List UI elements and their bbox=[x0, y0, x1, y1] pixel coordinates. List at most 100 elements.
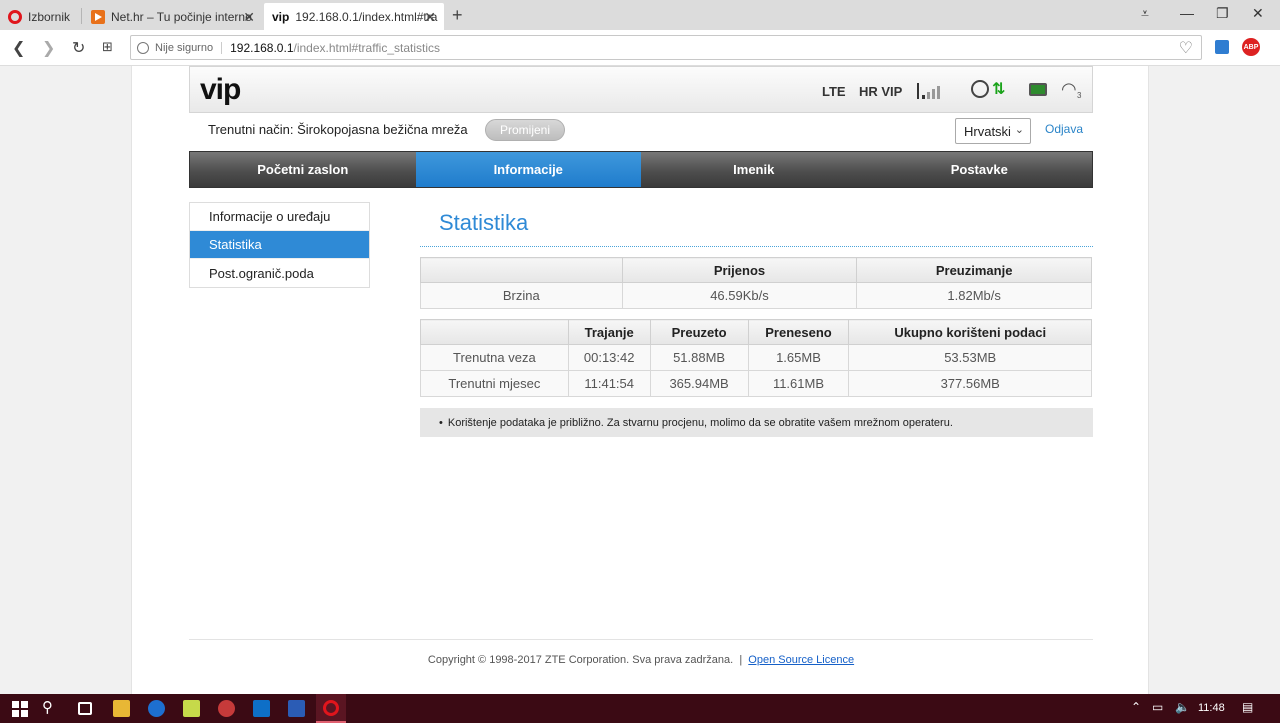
table-cell: Trenutni mjesec bbox=[420, 370, 569, 397]
tab-menu-icon[interactable]: ⩡ bbox=[1141, 5, 1149, 22]
content-area: Statistika Prijenos Preuzimanje Brzina 4… bbox=[420, 202, 1093, 437]
opera-icon bbox=[323, 700, 339, 716]
table-row: Trenutna veza 00:13:42 51.88MB 1.65MB 53… bbox=[420, 344, 1092, 371]
usage-table: Trajanje Preuzeto Preneseno Ukupno koriš… bbox=[420, 319, 1092, 397]
search-icon[interactable]: ⚲ bbox=[42, 698, 59, 716]
edge-icon[interactable] bbox=[148, 700, 165, 717]
table-header: Trajanje bbox=[567, 319, 651, 345]
table-cell: 46.59Kb/s bbox=[621, 282, 858, 309]
page-viewport: vip LTE HR VIP ⇅ ◠ 3 Trenutni način: Šir… bbox=[0, 66, 1280, 694]
tab-router[interactable]: vip 192.168.0.1/index.html#tra ✕ bbox=[264, 3, 444, 30]
table-cell: 1.65MB bbox=[747, 344, 850, 371]
close-icon[interactable]: ✕ bbox=[243, 9, 255, 26]
notes-icon[interactable] bbox=[183, 700, 200, 717]
change-mode-button[interactable]: Promijeni bbox=[485, 119, 565, 141]
vip-logo: vip bbox=[200, 73, 241, 106]
table-header bbox=[420, 319, 569, 345]
side-item-device-info[interactable]: Informacije o uređaju bbox=[190, 203, 369, 231]
table-cell: 1.82Mb/s bbox=[856, 282, 1092, 309]
table-header-row: Trajanje Preuzeto Preneseno Ukupno koriš… bbox=[420, 319, 1092, 345]
table-header: Ukupno korišteni podaci bbox=[848, 319, 1092, 345]
main-navigation: Početni zaslon Informacije Imenik Postav… bbox=[189, 151, 1093, 188]
mode-bar: Trenutni način: Širokopojasna bežična mr… bbox=[189, 116, 1093, 144]
table-cell: Trenutna veza bbox=[420, 344, 569, 371]
open-source-licence-link[interactable]: Open Source Licence bbox=[748, 654, 854, 666]
url-host: 192.168.0.1 bbox=[230, 40, 294, 55]
address-bar: ❮ ❯ ↻ ⊞ Nije sigurno 192.168.0.1/index.h… bbox=[0, 30, 1280, 66]
table-cell: 51.88MB bbox=[649, 344, 749, 371]
table-header-row: Prijenos Preuzimanje bbox=[420, 257, 1092, 283]
tab-nethr[interactable]: Net.hr – Tu počinje interne ✕ bbox=[83, 3, 263, 30]
table-header: Prijenos bbox=[621, 257, 858, 283]
forward-icon[interactable]: ❯ bbox=[42, 38, 55, 58]
router-header: vip LTE HR VIP ⇅ ◠ 3 bbox=[189, 66, 1093, 113]
table-header: Preuzimanje bbox=[856, 257, 1092, 283]
adblock-extension-icon[interactable]: ABP bbox=[1242, 38, 1260, 56]
table-cell: 11:41:54 bbox=[567, 370, 651, 397]
security-label: Nije sigurno bbox=[155, 41, 223, 54]
outlook-icon[interactable] bbox=[253, 700, 270, 717]
page-title: Statistika bbox=[420, 202, 1093, 247]
nav-tab-home[interactable]: Početni zaslon bbox=[190, 152, 416, 187]
footer-divider bbox=[189, 639, 1093, 640]
side-item-statistics[interactable]: Statistika bbox=[190, 231, 369, 259]
table-cell: 377.56MB bbox=[848, 370, 1092, 397]
table-header bbox=[420, 257, 623, 283]
wifi-icon: ◠ bbox=[1061, 79, 1077, 99]
language-value: Hrvatski bbox=[964, 123, 1011, 139]
speed-table: Prijenos Preuzimanje Brzina 46.59Kb/s 1.… bbox=[420, 257, 1092, 309]
app-icon[interactable] bbox=[218, 700, 235, 717]
file-explorer-icon[interactable] bbox=[113, 700, 130, 717]
chevron-up-icon[interactable]: ⌃ bbox=[1131, 700, 1141, 714]
table-header: Preuzeto bbox=[649, 319, 749, 345]
new-tab-icon[interactable]: + bbox=[452, 5, 463, 26]
reload-icon[interactable]: ↻ bbox=[72, 38, 85, 58]
volume-icon[interactable]: 🔈 bbox=[1175, 700, 1190, 714]
windows-start-icon[interactable] bbox=[12, 701, 28, 717]
speed-dial-icon[interactable]: ⊞ bbox=[102, 39, 113, 55]
current-mode-text: Trenutni način: Širokopojasna bežična mr… bbox=[208, 122, 468, 137]
word-icon[interactable] bbox=[288, 700, 305, 717]
heart-icon[interactable]: ♡ bbox=[1179, 38, 1193, 58]
logout-link[interactable]: Odjava bbox=[1045, 122, 1083, 136]
bullet-icon: • bbox=[439, 416, 443, 429]
nav-tab-information[interactable]: Informacije bbox=[415, 152, 641, 187]
nav-tab-settings[interactable]: Postavke bbox=[867, 152, 1093, 187]
table-cell: Brzina bbox=[420, 282, 623, 309]
table-cell: 00:13:42 bbox=[567, 344, 651, 371]
url-input[interactable]: Nije sigurno 192.168.0.1/index.html#traf… bbox=[130, 35, 1202, 60]
language-select[interactable]: Hrvatski ⌄ bbox=[955, 118, 1031, 144]
table-row: Trenutni mjesec 11:41:54 365.94MB 11.61M… bbox=[420, 370, 1092, 397]
close-window-icon[interactable]: ✕ bbox=[1252, 5, 1264, 22]
network-type: LTE bbox=[822, 84, 846, 99]
browser-tab-bar: Izbornik Net.hr – Tu počinje interne ✕ v… bbox=[0, 0, 1280, 30]
side-item-data-limit[interactable]: Post.ogranič.poda bbox=[190, 259, 369, 287]
restore-icon[interactable]: ❐ bbox=[1216, 5, 1229, 22]
taskbar-clock[interactable]: 11:48 bbox=[1198, 702, 1225, 714]
operator-name: HR VIP bbox=[859, 84, 903, 99]
table-row: Brzina 46.59Kb/s 1.82Mb/s bbox=[420, 282, 1092, 309]
url-path: /index.html#traffic_statistics bbox=[293, 40, 441, 55]
taskbar-opera-button[interactable] bbox=[316, 694, 346, 723]
translate-extension-icon[interactable] bbox=[1215, 40, 1229, 54]
wifi-clients-count: 3 bbox=[1077, 91, 1082, 100]
table-header: Preneseno bbox=[747, 319, 850, 345]
back-icon[interactable]: ❮ bbox=[12, 38, 25, 58]
minimize-icon[interactable]: — bbox=[1180, 5, 1194, 21]
notifications-icon[interactable]: ▤ bbox=[1242, 700, 1253, 714]
tab-izbornik[interactable]: Izbornik bbox=[0, 3, 80, 30]
table-cell: 53.53MB bbox=[848, 344, 1092, 371]
side-menu: Informacije o uređaju Statistika Post.og… bbox=[189, 202, 370, 288]
close-icon[interactable]: ✕ bbox=[424, 9, 436, 26]
task-view-icon[interactable] bbox=[78, 702, 92, 715]
network-icon[interactable]: ▭ bbox=[1152, 700, 1163, 714]
router-page: vip LTE HR VIP ⇅ ◠ 3 Trenutni način: Šir… bbox=[131, 66, 1149, 694]
signal-strength-icon bbox=[917, 81, 945, 99]
vip-icon: vip bbox=[272, 9, 290, 24]
opera-icon bbox=[8, 9, 22, 24]
chevron-down-icon: ⌄ bbox=[1014, 124, 1024, 136]
globe-icon bbox=[137, 41, 149, 54]
nav-tab-phonebook[interactable]: Imenik bbox=[641, 152, 867, 187]
footer: Copyright © 1998-2017 ZTE Corporation. S… bbox=[189, 654, 1093, 666]
internet-globe-icon bbox=[971, 80, 989, 98]
